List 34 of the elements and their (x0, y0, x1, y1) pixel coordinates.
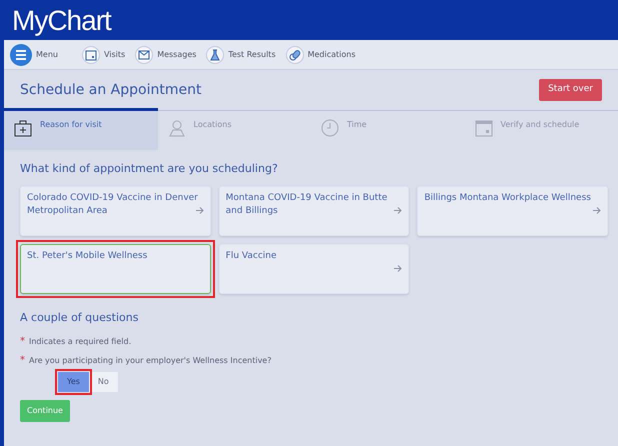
calendar-icon (474, 119, 492, 137)
nav-link[interactable]: Messages (135, 46, 196, 64)
nav-link[interactable]: Visits (82, 46, 126, 64)
envelope-icon (135, 46, 154, 64)
arrow-icon (394, 264, 402, 272)
appointment-option[interactable]: Billings Montana Workplace Wellness (417, 186, 608, 236)
required-asterisk: * (20, 335, 25, 349)
section-heading: A couple of questions (20, 310, 140, 326)
appointment-option[interactable]: Montana COVID-19 Vaccine in Butte and Billings (218, 186, 410, 236)
app-logo: MyChart (12, 5, 111, 36)
flask-icon (206, 46, 224, 64)
section-heading: What kind of appointment are you scheduling? (20, 161, 279, 177)
appointment-option[interactable]: Flu Vaccine (218, 244, 410, 294)
arrow-icon (394, 206, 402, 214)
calendar-icon (82, 46, 100, 64)
start-over-button[interactable]: Start over (539, 79, 602, 101)
appointment-option[interactable]: Colorado COVID-19 Vaccine in Denver Metropolitan Area (20, 186, 211, 236)
arrow-icon (196, 206, 204, 214)
choice-toggle[interactable]: Yes (58, 372, 89, 392)
pills-icon (286, 46, 304, 64)
nav-link[interactable]: Test Results (206, 46, 276, 64)
clock-icon (321, 119, 339, 137)
required-asterisk: * (20, 354, 25, 368)
medical-kit-icon (14, 119, 32, 137)
page-title: Schedule an Appointment (20, 80, 202, 100)
nav-link[interactable]: Medications (286, 46, 356, 64)
arrow-icon (592, 206, 601, 214)
nav-link[interactable]: Menu (10, 44, 58, 66)
menu-icon (10, 44, 32, 66)
question-label: Are you participating in your employer's Wellness Incentive? (29, 354, 272, 366)
choice-toggle[interactable]: No (88, 372, 118, 392)
appointment-option[interactable]: St. Peter's Mobile Wellness (20, 244, 211, 294)
required-note: Indicates a required field. (29, 336, 132, 348)
step-tab[interactable]: Reason for visit (4, 108, 158, 150)
